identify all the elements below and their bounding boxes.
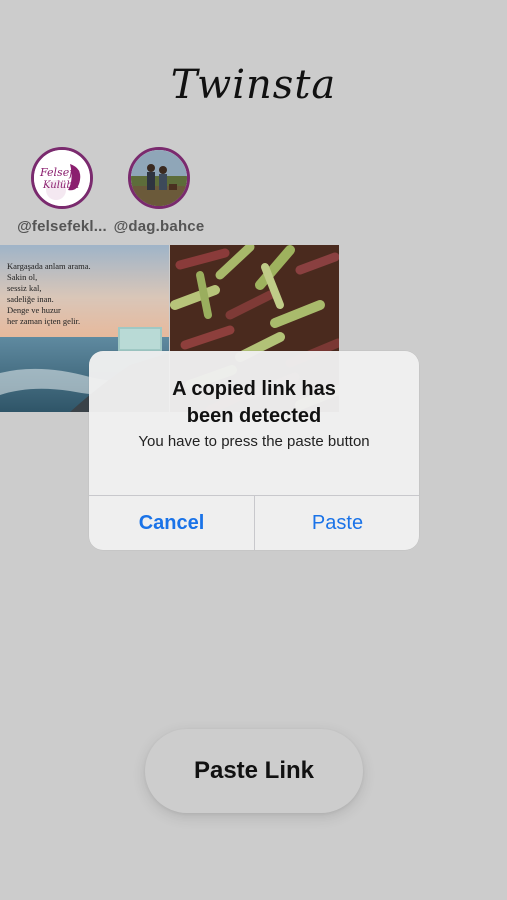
story-username: @dag.bahce <box>113 218 205 235</box>
story-item-dag-bahce[interactable]: @dag.bahce <box>109 147 209 235</box>
alert-message: You have to press the paste button <box>138 433 370 450</box>
paste-button[interactable]: Paste <box>255 496 419 550</box>
copied-link-alert: A copied link has been detected You have… <box>89 351 419 550</box>
people-field-photo-icon <box>131 150 187 206</box>
app-screen: Twinsta Felsefe Kulübü @felsefekl... @da… <box>0 0 507 900</box>
story-avatar[interactable] <box>128 147 190 209</box>
felsefe-logo-icon: Felsefe Kulübü <box>34 150 90 206</box>
svg-text:Felsefe: Felsefe <box>39 166 80 179</box>
story-avatar[interactable]: Felsefe Kulübü <box>31 147 93 209</box>
story-username: @felsefekl... <box>17 218 107 235</box>
paste-link-button[interactable]: Paste Link <box>145 729 363 813</box>
alert-title: A copied link has been detected <box>172 378 336 427</box>
story-item-felsefe[interactable]: Felsefe Kulübü @felsefekl... <box>12 147 112 235</box>
post-quote-text: Kargaşada anlam arama. Sakin ol, sessiz … <box>7 261 91 326</box>
app-logo-title: Twinsta <box>170 62 337 108</box>
cancel-button[interactable]: Cancel <box>89 496 254 550</box>
svg-text:Kulübü: Kulübü <box>42 180 79 191</box>
